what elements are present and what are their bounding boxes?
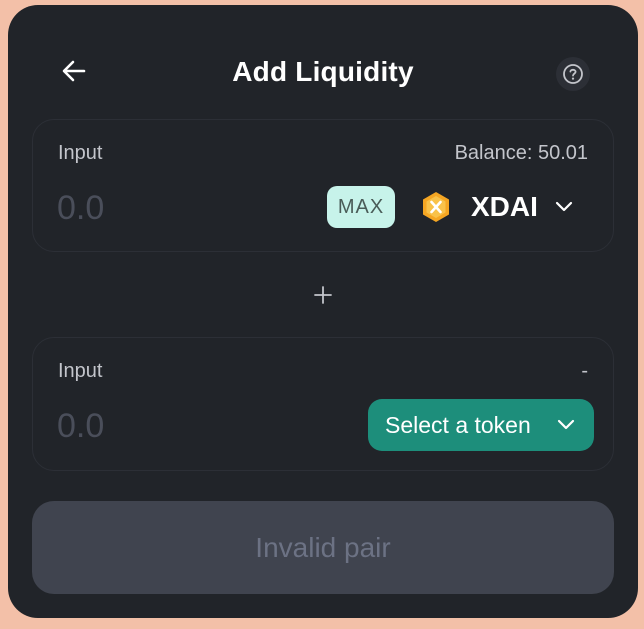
- add-liquidity-card: Add Liquidity Input Balance: 50.01 MAX X…: [8, 5, 638, 618]
- token-symbol-a: XDAI: [471, 191, 538, 222]
- balance-label-b: -: [581, 360, 588, 382]
- question-circle-icon: [563, 64, 583, 84]
- amount-input-b[interactable]: [57, 405, 257, 447]
- input-label-a: Input: [58, 142, 103, 164]
- header: Add Liquidity: [8, 5, 638, 115]
- chevron-down-icon: [554, 201, 574, 213]
- select-token-label: Select a token: [385, 411, 531, 438]
- input-panel-a: Input Balance: 50.01 MAX XDAI: [32, 119, 614, 252]
- amount-input-a[interactable]: [57, 187, 257, 229]
- xdai-token-icon: [423, 192, 449, 222]
- invalid-pair-button[interactable]: Invalid pair: [32, 501, 614, 594]
- max-button[interactable]: MAX: [327, 186, 395, 228]
- chevron-down-icon: [556, 415, 576, 440]
- input-label-b: Input: [58, 360, 103, 382]
- balance-label-a: Balance: 50.01: [454, 142, 588, 164]
- plus-icon: [311, 283, 335, 307]
- help-button[interactable]: [556, 57, 590, 91]
- select-token-button[interactable]: Select a token: [368, 399, 594, 451]
- input-panel-b: Input - Select a token: [32, 337, 614, 471]
- token-selector-a[interactable]: XDAI: [417, 184, 587, 230]
- page-title: Add Liquidity: [232, 56, 414, 87]
